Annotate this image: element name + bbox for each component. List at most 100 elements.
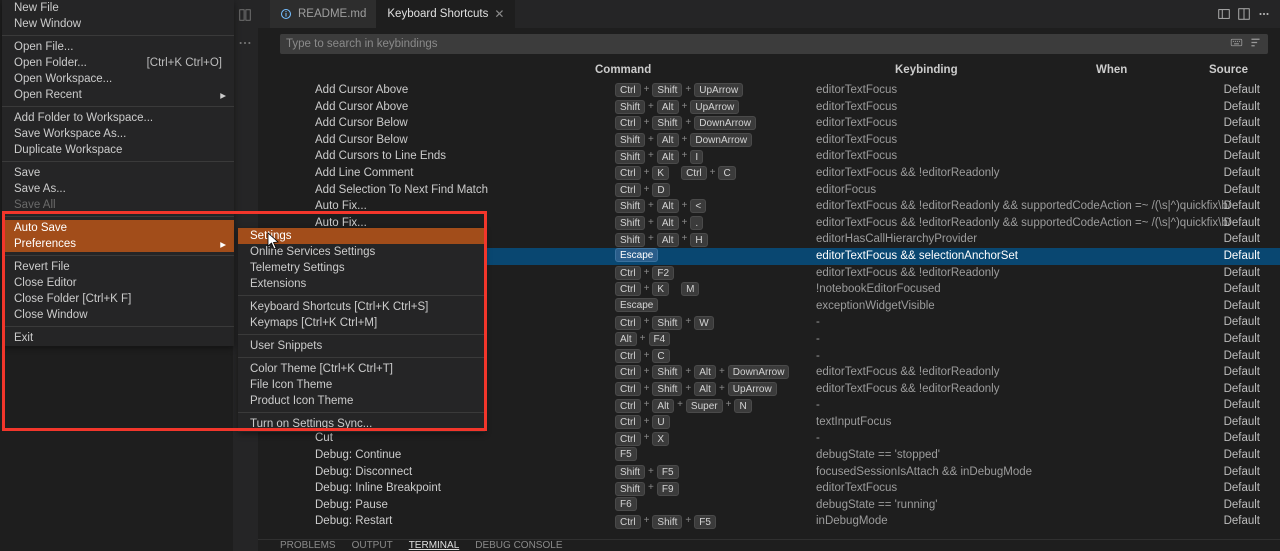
table-row[interactable]: Debug: DisconnectShift+F5focusedSessionI…	[280, 464, 1280, 481]
keybinding-header: Command Keybinding When Source	[280, 60, 1268, 80]
cell-when: editorTextFocus && selectionAnchorSet	[816, 248, 1018, 265]
cell-command: Debug: Continue	[315, 447, 401, 464]
cell-source: Default	[1224, 148, 1260, 165]
menu-item[interactable]: Auto Save	[2, 220, 234, 236]
table-row[interactable]: Debug: PauseF6debugState == 'running'Def…	[280, 497, 1280, 514]
menu-item[interactable]: Settings	[238, 228, 485, 244]
header-command[interactable]: Command	[595, 64, 651, 76]
header-source[interactable]: Source	[1209, 64, 1248, 76]
table-row[interactable]: Debug: RestartCtrl+Shift+F5inDebugModeDe…	[280, 513, 1280, 530]
cell-keybinding: Shift+Alt+<	[615, 198, 706, 215]
tab-label: Keyboard Shortcuts	[387, 8, 488, 20]
menu-item[interactable]: Open Recent▸	[2, 87, 234, 103]
menu-item[interactable]: New File	[2, 0, 234, 16]
cell-when: textInputFocus	[816, 414, 891, 431]
table-row[interactable]: CutCtrl+X-Default	[280, 430, 1280, 447]
menu-item[interactable]: Exit	[2, 330, 234, 346]
menu-item[interactable]: Telemetry Settings	[238, 260, 485, 276]
menu-item[interactable]: File Icon Theme	[238, 377, 485, 393]
cell-source: Default	[1224, 115, 1260, 132]
cell-when: -	[816, 331, 820, 348]
close-icon[interactable]: ✕	[494, 7, 504, 21]
menu-item[interactable]: Open Workspace...	[2, 71, 234, 87]
menu-item[interactable]: New Window	[2, 16, 234, 32]
panel-debug-console[interactable]: DEBUG CONSOLE	[475, 540, 562, 551]
cell-source: Default	[1224, 430, 1260, 447]
cell-when: editorTextFocus && !editorReadonly	[816, 364, 999, 381]
menu-item[interactable]: Keyboard Shortcuts [Ctrl+K Ctrl+S]	[238, 299, 485, 315]
header-when[interactable]: When	[1096, 64, 1127, 76]
menu-item[interactable]: Save Workspace As...	[2, 126, 234, 142]
menu-item-label: Keyboard Shortcuts [Ctrl+K Ctrl+S]	[250, 301, 428, 313]
open-json-icon[interactable]	[1216, 6, 1232, 22]
table-row[interactable]: Auto Fix...Shift+Alt+<editorTextFocus &&…	[280, 198, 1280, 215]
menu-item[interactable]: Save As...	[2, 181, 234, 197]
table-row[interactable]: Add Cursor BelowCtrl+Shift+DownArrowedit…	[280, 115, 1280, 132]
panel-problems[interactable]: PROBLEMS	[280, 540, 336, 551]
cell-source: Default	[1224, 397, 1260, 414]
menu-item-label: Settings	[250, 230, 292, 242]
cell-keybinding: Alt+F4	[615, 331, 670, 348]
cell-source: Default	[1224, 182, 1260, 199]
sort-icon[interactable]	[1249, 36, 1262, 52]
cell-command: Add Cursor Below	[315, 115, 408, 132]
menu-item[interactable]: Close Window	[2, 307, 234, 323]
split-editor-icon[interactable]	[1236, 6, 1252, 22]
cell-keybinding: F5	[615, 447, 637, 461]
cell-keybinding: F6	[615, 497, 637, 511]
cell-source: Default	[1224, 364, 1260, 381]
ellipsis-icon[interactable]	[238, 36, 252, 53]
cell-when: debugState == 'stopped'	[816, 447, 940, 464]
cell-source: Default	[1224, 281, 1260, 298]
header-keybinding[interactable]: Keybinding	[895, 64, 958, 76]
table-row[interactable]: Add Selection To Next Find MatchCtrl+Ded…	[280, 182, 1280, 199]
menu-item-label: Extensions	[250, 278, 306, 290]
menu-item[interactable]: User Snippets	[238, 338, 485, 354]
panel-tabs: PROBLEMS OUTPUT TERMINAL DEBUG CONSOLE	[258, 539, 1280, 551]
menu-item[interactable]: Preferences▸	[2, 236, 234, 252]
menu-item[interactable]: Keymaps [Ctrl+K Ctrl+M]	[238, 315, 485, 331]
cell-when: editorTextFocus && !editorReadonly	[816, 381, 999, 398]
cell-when: editorHasCallHierarchyProvider	[816, 231, 977, 248]
table-row[interactable]: Add Cursor AboveShift+Alt+UpArroweditorT…	[280, 99, 1280, 116]
table-row[interactable]: Debug: Continue F5 debugState == 'stopped'…	[280, 447, 1280, 464]
table-row[interactable]: Debug: Inline BreakpointShift+F9editorTe…	[280, 480, 1280, 497]
cell-source: Default	[1224, 348, 1260, 365]
menu-item[interactable]: Save	[2, 165, 234, 181]
menu-item[interactable]: Extensions	[238, 276, 485, 292]
menu-item[interactable]: Close Folder [Ctrl+K F]	[2, 291, 234, 307]
menu-item[interactable]: Product Icon Theme	[238, 393, 485, 409]
menu-item[interactable]: Open Folder...[Ctrl+K Ctrl+O]	[2, 55, 234, 71]
compare-icon[interactable]	[238, 8, 252, 25]
table-row[interactable]: Add Cursor AboveCtrl+Shift+UpArroweditor…	[280, 82, 1280, 99]
panel-output[interactable]: OUTPUT	[352, 540, 393, 551]
tab-keyboard-shortcuts[interactable]: Keyboard Shortcuts ✕	[377, 0, 515, 28]
menu-item-label: Color Theme [Ctrl+K Ctrl+T]	[250, 363, 393, 375]
record-keys-icon[interactable]	[1230, 36, 1243, 52]
menu-item[interactable]: Add Folder to Workspace...	[2, 110, 234, 126]
menu-separator	[238, 334, 485, 335]
keybinding-search[interactable]	[280, 34, 1268, 54]
cell-when: editorTextFocus	[816, 148, 897, 165]
menu-item[interactable]: Color Theme [Ctrl+K Ctrl+T]	[238, 361, 485, 377]
table-row[interactable]: Add Cursors to Line EndsShift+Alt+Iedito…	[280, 148, 1280, 165]
menu-item[interactable]: Close Editor	[2, 275, 234, 291]
editor-tabs: README.md Keyboard Shortcuts ✕	[258, 0, 1280, 28]
menu-item-label: Open Folder...	[14, 57, 87, 69]
menu-item-label: Auto Save	[14, 222, 67, 234]
tab-readme[interactable]: README.md	[270, 0, 377, 28]
panel-terminal[interactable]: TERMINAL	[409, 540, 460, 551]
menu-item[interactable]: Turn on Settings Sync...	[238, 416, 485, 432]
chevron-right-icon: ▸	[220, 88, 226, 104]
search-input[interactable]	[286, 38, 1230, 50]
menu-item[interactable]: Revert File	[2, 259, 234, 275]
cell-source: Default	[1224, 248, 1260, 265]
more-icon[interactable]	[1256, 6, 1272, 22]
menu-item[interactable]: Online Services Settings	[238, 244, 485, 260]
cell-command: Add Line Comment	[315, 165, 413, 182]
table-row[interactable]: Add Cursor BelowShift+Alt+DownArrowedito…	[280, 132, 1280, 149]
menu-item[interactable]: Open File...	[2, 39, 234, 55]
cell-keybinding: Shift+Alt+H	[615, 231, 708, 248]
menu-item[interactable]: Duplicate Workspace	[2, 142, 234, 158]
table-row[interactable]: Add Line CommentCtrl+KCtrl+CeditorTextFo…	[280, 165, 1280, 182]
